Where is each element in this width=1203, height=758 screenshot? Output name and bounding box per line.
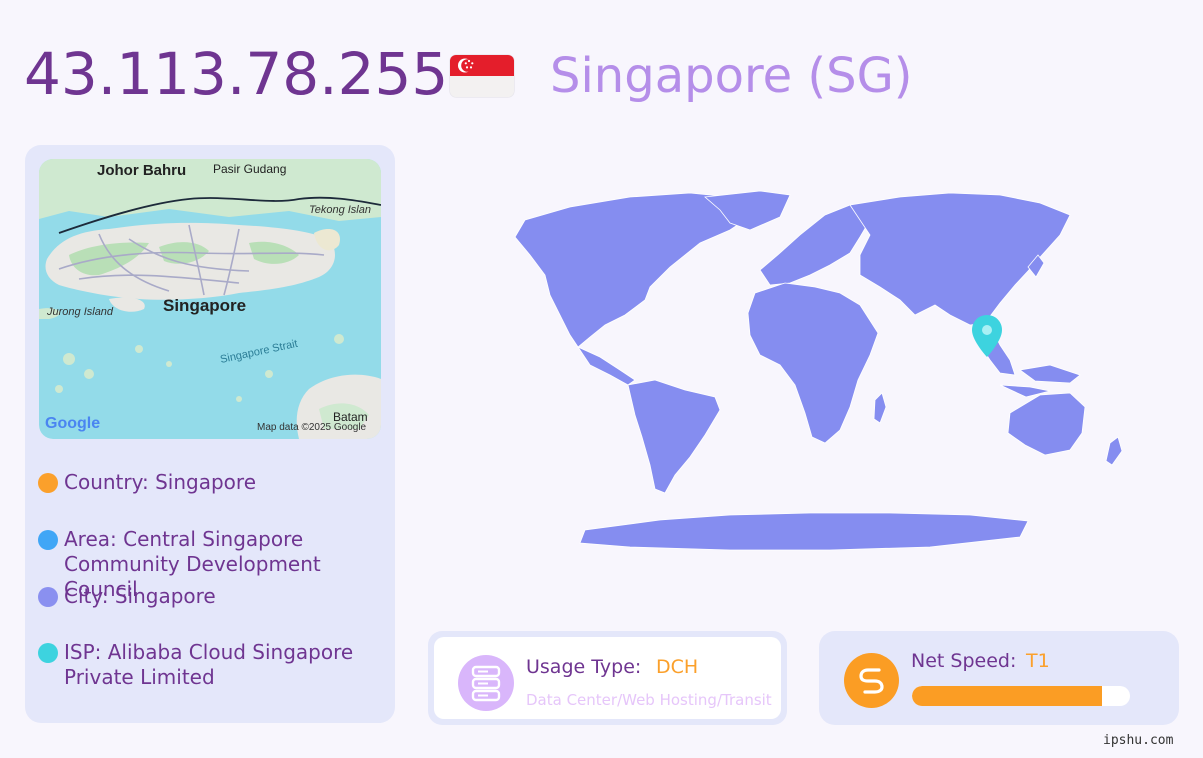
watermark: ipshu.com (1103, 733, 1174, 748)
usage-type-inner: Usage Type: DCH Data Center/Web Hosting/… (434, 637, 781, 719)
singapore-flag-icon (450, 55, 514, 97)
info-city-text: City: Singapore (64, 584, 216, 608)
isp-dot-icon (38, 643, 58, 663)
map-label-singapore: Singapore (163, 296, 246, 315)
city-dot-icon (38, 587, 58, 607)
usage-type-value: DCH (656, 656, 699, 678)
usage-type-label: Usage Type: (526, 656, 642, 678)
net-speed-value: T1 (1026, 650, 1050, 672)
server-icon (458, 655, 514, 711)
speed-bar-track (912, 686, 1130, 706)
net-speed-card: Net Speed: T1 (819, 631, 1179, 725)
usage-type-card: Usage Type: DCH Data Center/Web Hosting/… (428, 631, 787, 725)
usage-type-description: Data Center/Web Hosting/Transit (526, 691, 772, 709)
net-speed-label: Net Speed: (911, 650, 1017, 672)
info-country: Country: Singapore (38, 470, 388, 495)
map-label-jurong: Jurong Island (46, 306, 114, 318)
map-label-johor: Johor Bahru (97, 162, 186, 179)
info-isp: ISP: Alibaba Cloud Singapore Private Lim… (38, 640, 368, 690)
location-info-card: Johor Bahru Pasir Gudang Tekong Islan Ju… (25, 145, 395, 723)
country-title: Singapore (SG) (550, 48, 913, 104)
info-country-text: Country: Singapore (64, 470, 256, 494)
ip-address: 43.113.78.255 (24, 40, 449, 108)
area-dot-icon (38, 530, 58, 550)
speed-icon (844, 653, 899, 708)
map-label-tekong: Tekong Islan (309, 204, 371, 216)
google-logo: Google (45, 415, 100, 432)
map-label-pasir: Pasir Gudang (213, 162, 286, 176)
speed-bar-fill (912, 686, 1102, 706)
country-dot-icon (38, 473, 58, 493)
location-map[interactable]: Johor Bahru Pasir Gudang Tekong Islan Ju… (39, 159, 381, 439)
info-city: City: Singapore (38, 584, 388, 609)
world-map (430, 175, 1170, 569)
info-isp-text: ISP: Alibaba Cloud Singapore Private Lim… (64, 640, 354, 689)
map-attribution[interactable]: Map data ©2025 Google (257, 422, 367, 433)
